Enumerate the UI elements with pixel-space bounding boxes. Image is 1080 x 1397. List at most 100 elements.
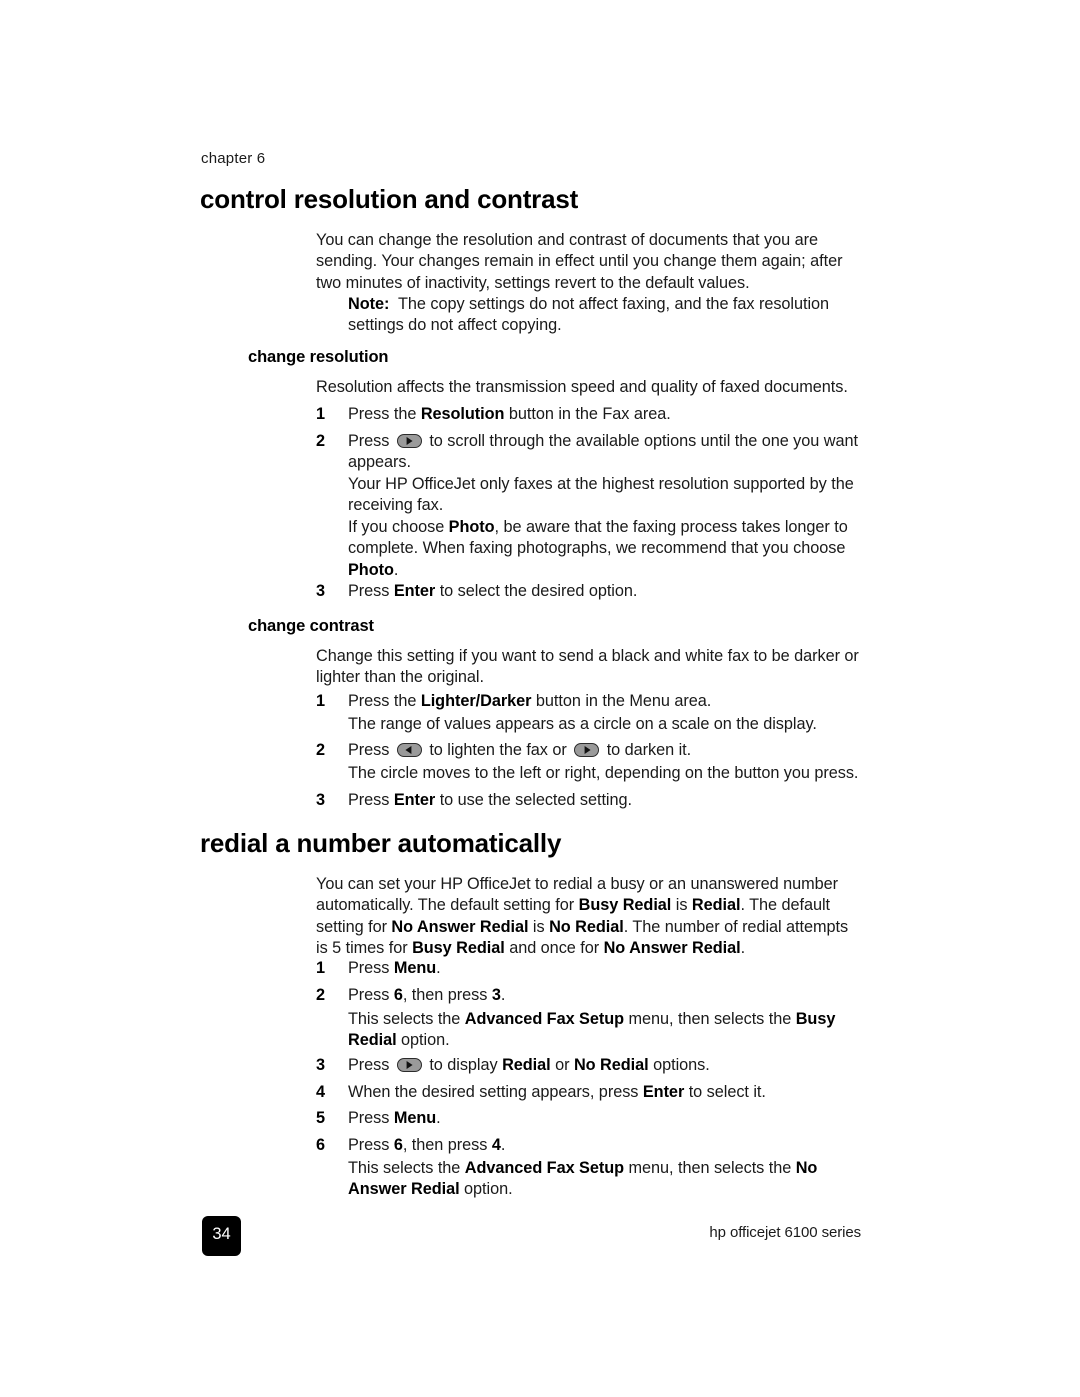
step-text: Press Enter to select the desired option…: [348, 581, 864, 602]
step-text-bold: Enter: [642, 1083, 685, 1101]
note-photo-bold-2: Photo: [348, 560, 394, 579]
step-number: 1: [316, 959, 326, 977]
note-copy-settings: Note: The copy settings do not affect fa…: [348, 294, 864, 337]
step-text: Press Menu.: [348, 1108, 864, 1129]
step-text-bold-1: 6: [393, 1136, 403, 1154]
step-text-prefix: Press the: [348, 405, 421, 423]
step-text-suffix: button in the Menu area.: [531, 692, 712, 710]
step-text: Press to scroll through the available op…: [348, 431, 864, 474]
page-number-badge: 34: [202, 1216, 241, 1256]
note-advanced-fax-setup-busy-redial: This selects the Advanced Fax Setup menu…: [348, 1009, 864, 1052]
step-resolution-3: 3 Press Enter to select the desired opti…: [316, 581, 864, 602]
note-photo-bold-1: Photo: [448, 518, 495, 536]
step-text-suffix: button in the Fax area.: [504, 405, 671, 423]
step-number: 1: [316, 405, 326, 423]
step-text-bold: Enter: [393, 582, 436, 600]
note-part-1: This selects the: [348, 1010, 465, 1028]
note-part-3: option.: [396, 1031, 450, 1050]
step-text-or: or: [550, 1056, 574, 1074]
right-arrow-button-icon[interactable]: [396, 1058, 422, 1072]
right-arrow-button-icon[interactable]: [574, 743, 600, 757]
change-resolution-intro: Resolution affects the transmission spee…: [316, 378, 848, 396]
note-part-2: menu, then selects the: [624, 1159, 796, 1177]
step-text-suffix: to select the desired option.: [435, 582, 638, 600]
step-number: 4: [316, 1083, 326, 1101]
note-bold-1: Advanced Fax Setup: [464, 1010, 625, 1028]
footer-product-name: hp officejet 6100 series: [709, 1224, 861, 1241]
redial-intro-bold-5: Busy Redial: [412, 938, 505, 957]
step-text: Press the Resolution button in the Fax a…: [348, 404, 864, 425]
step-number: 3: [316, 582, 326, 600]
step-text: When the desired setting appears, press …: [348, 1082, 864, 1103]
step-text: Press 6, then press 3.: [348, 985, 864, 1006]
step-text-bold-1: 6: [393, 986, 403, 1004]
redial-intro-bold-6: No Answer Redial: [603, 938, 741, 957]
subheading-change-resolution: change resolution: [248, 348, 389, 366]
step-text-suffix: to darken it.: [602, 741, 692, 759]
step-resolution-2: 2 Press to scroll through the available …: [316, 431, 864, 474]
step-text-suffix: to select it.: [684, 1083, 766, 1101]
step-resolution-1: 1 Press the Resolution button in the Fax…: [316, 404, 864, 425]
step-text-suffix: .: [436, 1109, 441, 1127]
note-range-of-values: The range of values appears as a circle …: [348, 715, 817, 733]
step-text-prefix: Press: [348, 986, 394, 1004]
step-text-middle: , then press: [402, 1136, 492, 1154]
note-text: The copy settings do not affect faxing, …: [348, 295, 830, 335]
redial-intro-paragraph: You can set your HP OfficeJet to redial …: [316, 874, 864, 959]
redial-intro-bold-2: Redial: [691, 896, 741, 915]
step-text-prefix: Press: [348, 1109, 394, 1127]
step-redial-4: 4 When the desired setting appears, pres…: [316, 1082, 864, 1103]
step-text-suffix: .: [500, 1136, 506, 1154]
step-number: 3: [316, 1056, 326, 1074]
redial-intro-part-2: is: [671, 896, 692, 915]
step-text-prefix: Press: [348, 959, 394, 977]
page-number: 34: [212, 1225, 231, 1243]
redial-intro-bold-4: No Redial: [549, 917, 624, 936]
note-bold-1: Advanced Fax Setup: [464, 1159, 625, 1177]
step-number: 1: [316, 692, 326, 710]
intro-paragraph-control: You can change the resolution and contra…: [316, 231, 843, 292]
step-text: Press 6, then press 4.: [348, 1135, 864, 1156]
step-number: 2: [316, 741, 326, 759]
step-text-prefix: Press: [348, 1136, 394, 1154]
note-photo-suffix: .: [393, 560, 399, 579]
step-number: 5: [316, 1109, 326, 1127]
step-contrast-1: 1 Press the Lighter/Darker button in the…: [316, 691, 864, 712]
step-text-prefix: Press: [348, 582, 394, 600]
note-photo-prefix: If you choose: [348, 518, 449, 536]
step-number: 6: [316, 1136, 326, 1154]
step-text-middle: to display: [424, 1056, 503, 1074]
step-text-suffix: .: [500, 986, 506, 1004]
note-advanced-fax-setup-no-answer-redial: This selects the Advanced Fax Setup menu…: [348, 1158, 864, 1201]
step-text-suffix: .: [436, 959, 441, 977]
step-redial-5: 5 Press Menu.: [316, 1108, 864, 1129]
note-part-1: This selects the: [348, 1159, 465, 1177]
step-text-bold-2: 4: [491, 1136, 501, 1154]
step-text-prefix: Press the: [348, 692, 421, 710]
step-text: Press the Lighter/Darker button in the M…: [348, 691, 864, 712]
redial-intro-part-4: is: [528, 917, 550, 936]
step-text-suffix: options.: [648, 1056, 710, 1074]
step-contrast-3: 3 Press Enter to use the selected settin…: [316, 790, 864, 811]
redial-intro-bold-3: No Answer Redial: [391, 917, 529, 936]
note-highest-resolution: Your HP OfficeJet only faxes at the high…: [348, 475, 854, 515]
section-heading-redial: redial a number automatically: [200, 828, 562, 858]
redial-intro-part-7: .: [740, 938, 746, 957]
step-text-bold: Resolution: [420, 405, 505, 423]
redial-intro-part-6: and once for: [504, 938, 604, 957]
right-arrow-button-icon[interactable]: [396, 434, 422, 448]
step-text-prefix: Press: [348, 741, 394, 759]
note-photo-option: If you choose Photo, be aware that the f…: [348, 517, 864, 581]
step-text-prefix: Press: [348, 791, 394, 809]
left-arrow-button-icon[interactable]: [396, 743, 422, 757]
step-text-suffix: to use the selected setting.: [435, 791, 632, 809]
step-text-bold: Menu: [393, 1109, 437, 1127]
section-heading-control-resolution: control resolution and contrast: [200, 184, 579, 214]
step-redial-1: 1 Press Menu.: [316, 958, 864, 979]
step-text: Press to display Redial or No Redial opt…: [348, 1055, 864, 1076]
note-label: Note:: [348, 295, 390, 313]
step-text-suffix: to scroll through the available options …: [348, 432, 858, 472]
step-text: Press Enter to use the selected setting.: [348, 790, 864, 811]
step-redial-6: 6 Press 6, then press 4.: [316, 1135, 864, 1156]
note-part-2: menu, then selects the: [624, 1010, 796, 1028]
